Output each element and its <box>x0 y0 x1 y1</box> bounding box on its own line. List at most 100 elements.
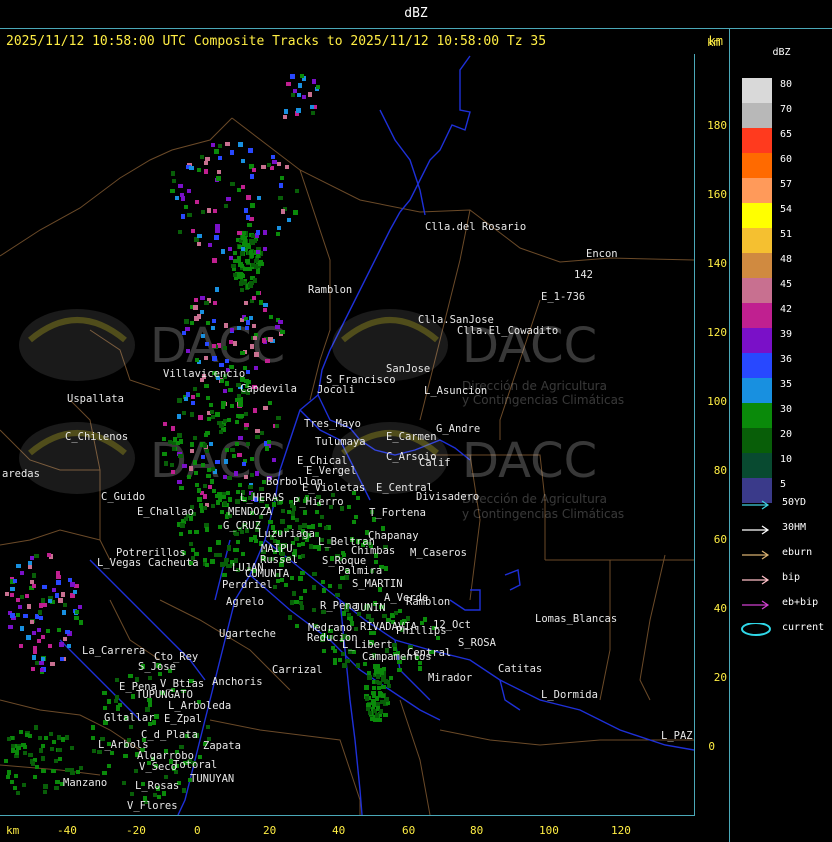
dbz-swatch-label: 20 <box>780 429 793 440</box>
radar-map-canvas[interactable]: DACC DACC Dirección de Agricultura y Con… <box>0 54 694 815</box>
radar-echo-cell <box>48 644 52 648</box>
radar-echo-cell <box>41 756 45 761</box>
radar-map[interactable]: DACC DACC Dirección de Agricultura y Con… <box>0 54 695 816</box>
radar-echo-cell <box>218 156 222 160</box>
radar-echo-cell <box>253 336 257 340</box>
radar-echo-cell <box>381 685 386 689</box>
radar-echo-cell <box>10 587 15 591</box>
radar-echo-cell <box>13 579 17 583</box>
radar-echo-cell <box>338 658 342 662</box>
track-arrow-icon <box>742 600 770 610</box>
radar-echo-cell <box>197 488 201 493</box>
radar-echo-cell <box>250 203 255 208</box>
place-label: Tulumaya <box>315 436 366 448</box>
dbz-swatch <box>742 328 772 353</box>
radar-echo-cell <box>79 766 83 770</box>
composite-tracks-title: 2025/11/12 10:58:00 UTC Composite Tracks… <box>6 34 547 49</box>
radar-echo-cell <box>238 262 243 267</box>
radar-echo-cell <box>206 474 211 478</box>
radar-echo-cell <box>70 582 75 587</box>
track-legend-item: eburn <box>738 546 832 562</box>
radar-echo-cell <box>210 410 214 414</box>
radar-echo-cell <box>222 573 227 577</box>
radar-echo-cell <box>246 320 250 325</box>
place-label: Gltallar <box>104 712 155 724</box>
radar-echo-cell <box>204 384 209 388</box>
radar-echo-cell <box>200 155 204 159</box>
radar-echo-cell <box>58 757 62 761</box>
watermark-line1-4: Dirección de Agricultura <box>462 492 607 506</box>
radar-echo-cell <box>242 462 246 466</box>
radar-echo-cell <box>15 750 19 755</box>
radar-echo-cell <box>223 419 227 423</box>
place-label: Lomas_Blancas <box>535 613 617 625</box>
place-label: L_Arboleda <box>168 700 231 712</box>
radar-echo-cell <box>215 412 220 417</box>
radar-echo-cell <box>209 403 213 407</box>
radar-echo-cell <box>322 588 326 593</box>
track-arrow-icon <box>742 500 770 510</box>
radar-echo-cell <box>246 442 250 446</box>
radar-echo-cell <box>277 226 281 230</box>
radar-echo-cell <box>102 691 107 695</box>
radar-echo-cell <box>247 267 252 271</box>
y-axis-unit: km <box>707 36 721 49</box>
dbz-swatch-label: 51 <box>780 229 793 240</box>
radar-echo-cell <box>226 491 230 495</box>
radar-echo-cell <box>181 214 185 219</box>
radar-echo-cell <box>37 628 41 632</box>
place-label: TUNUYAN <box>190 773 234 785</box>
radar-echo-cell <box>295 518 299 522</box>
radar-echo-cell <box>54 759 58 763</box>
radar-echo-cell <box>275 325 280 329</box>
radar-echo-cell <box>233 341 237 346</box>
place-label: L_Dormida <box>541 689 598 701</box>
radar-echo-cell <box>272 160 277 164</box>
radar-echo-cell <box>47 553 51 557</box>
radar-echo-cell <box>201 210 205 214</box>
radar-echo-cell <box>173 437 177 442</box>
radar-echo-cell <box>212 258 217 263</box>
dbz-swatch <box>742 278 772 303</box>
radar-echo-cell <box>238 483 242 487</box>
track-legend-item: 30HM <box>738 521 832 537</box>
radar-echo-cell <box>281 509 285 513</box>
radar-echo-cell <box>354 515 358 519</box>
radar-echo-cell <box>199 503 203 508</box>
radar-echo-cell <box>255 471 259 476</box>
radar-echo-cell <box>328 584 332 588</box>
place-label: M_Caseros <box>410 547 467 559</box>
place-label: JUNIN <box>354 602 386 614</box>
x-tick-label: 60 <box>402 824 416 837</box>
place-label: La_Carrera <box>82 645 145 657</box>
track-legend-label: current <box>782 622 825 633</box>
place-label: MENDOZA <box>228 506 273 518</box>
radar-echo-cell <box>250 174 254 179</box>
radar-echo-cell <box>179 532 183 536</box>
place-label: S_ROSA <box>458 637 497 649</box>
radar-echo-cell <box>382 614 387 618</box>
radar-echo-cell <box>179 439 183 444</box>
radar-echo-cell <box>220 562 224 566</box>
place-label: L_Rosas <box>135 780 179 792</box>
radar-echo-cell <box>230 150 234 155</box>
radar-echo-cell <box>197 497 202 502</box>
place-label: Capdevila <box>240 383 297 395</box>
radar-echo-cell <box>299 596 303 600</box>
radar-echo-cell <box>375 664 380 668</box>
radar-echo-cell <box>203 443 207 448</box>
radar-echo-cell <box>118 703 122 707</box>
place-label: Anchoris <box>212 676 263 688</box>
radar-echo-cell <box>218 525 222 529</box>
dbz-swatch-label: 42 <box>780 304 793 315</box>
radar-echo-cell <box>67 644 71 648</box>
radar-echo-cell <box>352 520 356 524</box>
radar-echo-cell <box>238 142 243 147</box>
radar-echo-cell <box>129 725 133 729</box>
radar-echo-cell <box>367 675 372 680</box>
radar-echo-cell <box>256 291 260 295</box>
radar-echo-cell <box>32 573 36 578</box>
radar-echo-cell <box>30 556 34 560</box>
radar-echo-cell <box>381 675 386 679</box>
radar-echo-cell <box>297 93 301 97</box>
